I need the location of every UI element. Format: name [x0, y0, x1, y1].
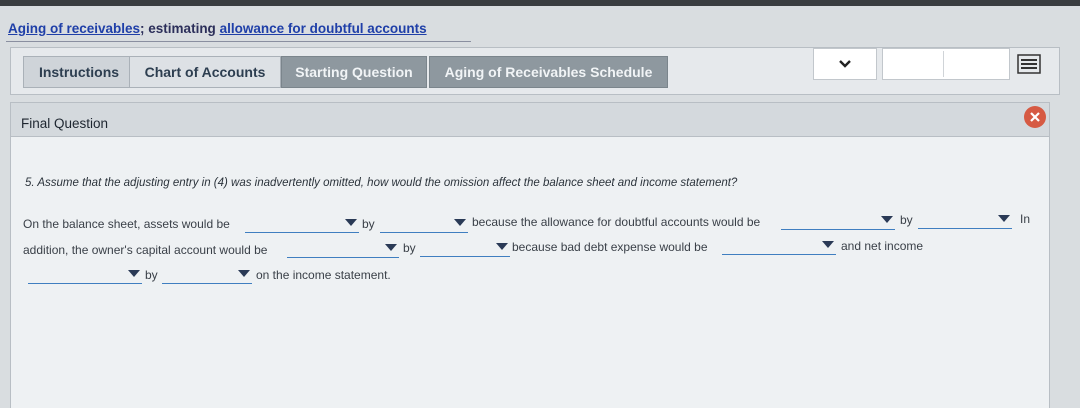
question-nav-box[interactable] — [882, 48, 1010, 80]
panel-header: Final Question — [11, 103, 1049, 137]
sentence-by-2: by — [900, 213, 913, 227]
dropdown-caret-icon — [345, 219, 357, 226]
title-rule — [6, 41, 471, 42]
title-link-aging[interactable]: Aging of receivables — [8, 21, 140, 36]
panel-title: Final Question — [21, 116, 109, 131]
dropdown-caret-icon — [128, 270, 140, 277]
close-button[interactable] — [1024, 106, 1046, 128]
sentence-by-4: by — [145, 268, 158, 282]
sentence-text-1: On the balance sheet, assets would be — [23, 217, 230, 231]
list-icon — [1017, 54, 1041, 74]
chevron-down-icon — [839, 60, 851, 68]
sentence-text-7: on the income statement. — [256, 268, 391, 282]
capital-effect-dropdown[interactable] — [287, 244, 399, 258]
sentence-by-1: by — [362, 217, 375, 231]
allowance-effect-dropdown[interactable] — [781, 216, 895, 230]
close-icon — [1030, 112, 1040, 122]
sentence-text-6: and net income — [841, 239, 924, 253]
sentence-text-2: because the allowance for doubtful accou… — [472, 215, 761, 229]
dropdown-caret-icon — [822, 241, 834, 248]
net-income-amount-dropdown[interactable] — [162, 270, 252, 284]
sentence-text-5: because bad debt expense would be — [512, 240, 708, 254]
tab-chart-of-accounts[interactable]: Chart of Accounts — [129, 56, 281, 88]
tab-instructions[interactable]: Instructions — [23, 56, 135, 88]
list-button[interactable] — [1014, 52, 1044, 76]
question-select[interactable] — [813, 48, 877, 80]
dropdown-caret-icon — [998, 215, 1010, 222]
title-separator: ; estimating — [140, 21, 220, 36]
dropdown-caret-icon — [385, 244, 397, 251]
net-income-effect-dropdown[interactable] — [28, 270, 142, 284]
allowance-amount-dropdown[interactable] — [918, 215, 1012, 229]
question-text: 5. Assume that the adjusting entry in (4… — [25, 177, 738, 189]
sentence-text-4: addition, the owner's capital account wo… — [23, 243, 268, 257]
assets-amount-dropdown[interactable] — [380, 219, 468, 233]
dropdown-caret-icon — [881, 216, 893, 223]
dropdown-caret-icon — [454, 219, 466, 226]
assets-effect-dropdown[interactable] — [245, 219, 359, 233]
sentence-by-3: by — [403, 241, 416, 255]
sentence-text-3: In — [1020, 212, 1031, 226]
page-title: Aging of receivables; estimating allowan… — [8, 21, 427, 36]
top-bar — [0, 0, 1080, 6]
title-link-allowance[interactable]: allowance for doubtful accounts — [220, 21, 427, 36]
tab-starting-question[interactable]: Starting Question — [281, 56, 427, 88]
expense-effect-dropdown[interactable] — [722, 241, 836, 255]
tab-aging-schedule[interactable]: Aging of Receivables Schedule — [429, 56, 668, 88]
dropdown-caret-icon — [496, 243, 508, 250]
dropdown-caret-icon — [238, 270, 250, 277]
capital-amount-dropdown[interactable] — [420, 243, 510, 257]
